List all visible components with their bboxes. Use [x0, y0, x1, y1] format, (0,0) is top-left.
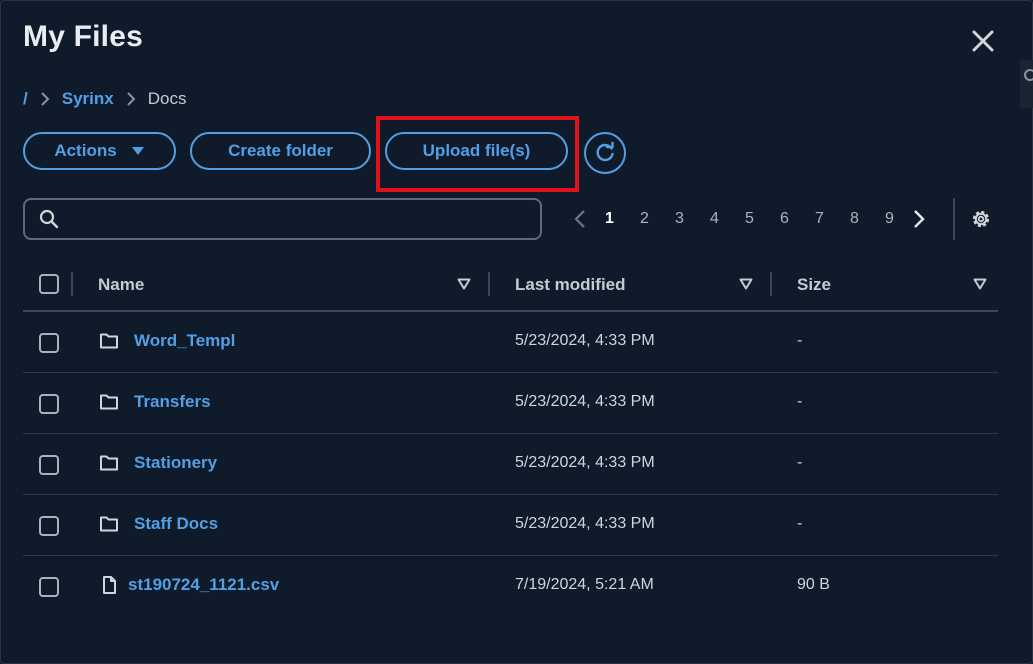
page-5-button[interactable]: 5	[732, 210, 767, 228]
search-input[interactable]	[59, 200, 540, 238]
chevron-right-icon	[34, 88, 56, 110]
row-checkbox[interactable]	[39, 516, 59, 536]
next-page-button[interactable]	[907, 207, 931, 231]
folder-icon	[100, 333, 118, 349]
actions-button[interactable]: Actions	[23, 132, 176, 170]
upload-files-button[interactable]: Upload file(s)	[385, 132, 568, 170]
row-name-link[interactable]: Transfers	[134, 392, 211, 412]
page-8-button[interactable]: 8	[837, 210, 872, 228]
column-divider	[770, 272, 772, 296]
breadcrumb-root[interactable]: /	[23, 89, 28, 109]
row-last-modified: 5/23/2024, 4:33 PM	[515, 393, 655, 410]
chevron-left-icon	[574, 210, 585, 228]
table-row[interactable]: st190724_1121.csv 7/19/2024, 5:21 AM 90 …	[23, 556, 998, 616]
page-7-button[interactable]: 7	[802, 210, 837, 228]
page-6-button[interactable]: 6	[767, 210, 802, 228]
column-header-last-modified[interactable]: Last modified	[515, 275, 626, 295]
table-row[interactable]: Word_Templ 5/23/2024, 4:33 PM -	[23, 312, 998, 373]
chevron-right-icon	[914, 210, 925, 228]
row-last-modified: 5/23/2024, 4:33 PM	[515, 454, 655, 471]
row-size: 90 B	[797, 576, 830, 593]
row-size: -	[797, 454, 803, 471]
column-divider	[488, 272, 490, 296]
sort-caret-icon[interactable]	[973, 278, 987, 290]
row-size: -	[797, 393, 803, 410]
file-icon	[103, 576, 116, 594]
page-9-button[interactable]: 9	[872, 210, 907, 228]
row-name-link[interactable]: Staff Docs	[134, 514, 218, 534]
page-3-button[interactable]: 3	[662, 210, 697, 228]
row-size: -	[797, 332, 803, 349]
gear-icon	[972, 210, 990, 228]
select-all-checkbox[interactable]	[39, 274, 59, 294]
create-folder-button[interactable]: Create folder	[190, 132, 371, 170]
row-last-modified: 5/23/2024, 4:33 PM	[515, 515, 655, 532]
column-header-size[interactable]: Size	[797, 275, 831, 295]
table-row[interactable]: Staff Docs 5/23/2024, 4:33 PM -	[23, 495, 998, 556]
pagination: 1 2 3 4 5 6 7 8 9	[568, 200, 931, 238]
table-header: Name Last modified Size	[23, 258, 998, 312]
row-name-link[interactable]: Word_Templ	[134, 331, 235, 351]
folder-icon	[100, 516, 118, 532]
pagination-divider	[953, 198, 955, 240]
row-checkbox[interactable]	[39, 394, 59, 414]
page-4-button[interactable]: 4	[697, 210, 732, 228]
files-table: Name Last modified Size Word_Templ 5/23/…	[23, 258, 998, 616]
row-name-link[interactable]: st190724_1121.csv	[128, 575, 279, 595]
search-box	[23, 198, 542, 240]
previous-page-button[interactable]	[568, 207, 592, 231]
refresh-icon	[596, 142, 614, 162]
column-divider	[71, 272, 73, 296]
sort-caret-icon[interactable]	[457, 278, 471, 290]
table-row[interactable]: Transfers 5/23/2024, 4:33 PM -	[23, 373, 998, 434]
page-2-button[interactable]: 2	[627, 210, 662, 228]
refresh-button[interactable]	[584, 132, 626, 174]
folder-icon	[100, 394, 118, 410]
close-icon	[972, 30, 994, 52]
row-last-modified: 5/23/2024, 4:33 PM	[515, 332, 655, 349]
row-last-modified: 7/19/2024, 5:21 AM	[515, 576, 654, 593]
row-size: -	[797, 515, 803, 532]
close-button[interactable]	[966, 24, 1000, 58]
breadcrumb: / Syrinx Docs	[23, 88, 186, 110]
table-row[interactable]: Stationery 5/23/2024, 4:33 PM -	[23, 434, 998, 495]
search-icon	[39, 209, 59, 229]
folder-icon	[100, 455, 118, 471]
modal-title: My Files	[23, 20, 143, 53]
table-preferences-button[interactable]	[967, 205, 995, 233]
actions-button-label: Actions	[54, 141, 117, 160]
sort-caret-icon[interactable]	[739, 278, 753, 290]
row-checkbox[interactable]	[39, 333, 59, 353]
column-header-name[interactable]: Name	[98, 275, 144, 295]
page-1-button[interactable]: 1	[592, 210, 627, 228]
breadcrumb-item-docs: Docs	[147, 89, 187, 108]
chevron-right-icon	[120, 88, 142, 110]
caret-down-icon	[131, 147, 144, 155]
breadcrumb-item-syrinx[interactable]: Syrinx	[62, 89, 114, 109]
row-checkbox[interactable]	[39, 455, 59, 475]
background-gear-icon	[1022, 68, 1033, 82]
row-name-link[interactable]: Stationery	[134, 453, 217, 473]
row-checkbox[interactable]	[39, 577, 59, 597]
